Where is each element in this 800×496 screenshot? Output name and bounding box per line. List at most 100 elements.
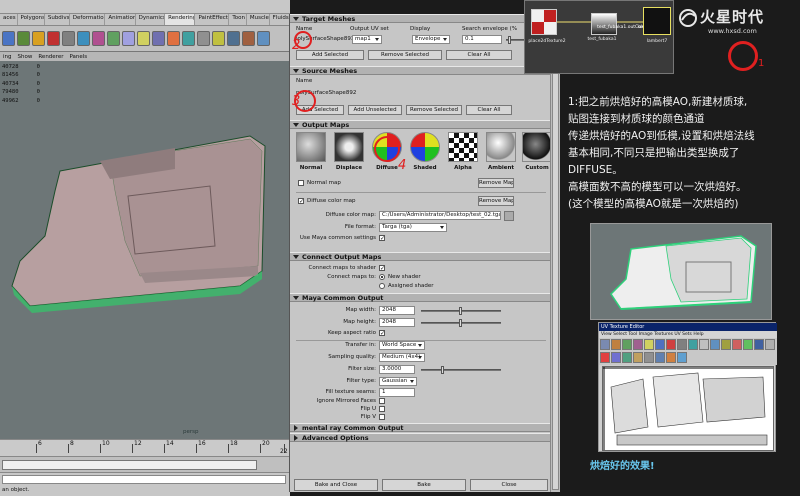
uv-tool-icon[interactable] [743, 339, 753, 350]
batch-render-icon[interactable] [257, 31, 270, 46]
connect-shader-checkbox[interactable]: ✓ [379, 265, 385, 272]
normal-map-checkbox[interactable] [298, 180, 304, 186]
connect-output-header[interactable]: Connect Output Maps [290, 252, 553, 261]
uv-tool-icon[interactable] [699, 339, 709, 350]
uv-icon[interactable] [227, 31, 240, 46]
light-icon[interactable] [17, 31, 30, 46]
advanced-options-header[interactable]: Advanced Options [290, 433, 553, 442]
uv-tool-icon[interactable] [611, 352, 621, 363]
shelf-tab[interactable]: Subdivs [45, 14, 70, 25]
viewport-menu-item[interactable]: ing [3, 54, 12, 60]
hypershade-icon[interactable] [92, 31, 105, 46]
uv-canvas[interactable] [602, 366, 774, 451]
render-icon[interactable] [47, 31, 60, 46]
shelf-tab[interactable]: Polygons [18, 14, 45, 25]
ignore-mirrored-checkbox[interactable] [379, 398, 385, 404]
range-field[interactable] [2, 460, 257, 470]
flip-u-checkbox[interactable] [379, 406, 385, 412]
alpha-map-icon[interactable] [448, 132, 478, 162]
target-clear-all-button[interactable]: Clear All [446, 50, 512, 60]
transfer-select[interactable]: World Space [379, 341, 425, 350]
camera-icon[interactable] [2, 31, 15, 46]
displace-map-icon[interactable] [334, 132, 364, 162]
filter-size-slider[interactable] [421, 366, 501, 374]
mental-ray-header[interactable]: mental ray Common Output [290, 423, 553, 432]
folder-icon[interactable] [504, 211, 514, 221]
uv-set-select[interactable]: map1 [352, 35, 382, 44]
source-remove-selected-button[interactable]: Remove Selected [406, 105, 462, 115]
blinn-icon[interactable] [122, 31, 135, 46]
shelf-tab[interactable]: Toon [229, 14, 247, 25]
shelf-tab[interactable]: PaintEffects [195, 14, 230, 25]
panel-scrollbar[interactable] [550, 14, 560, 492]
range-slider[interactable] [0, 456, 290, 472]
display-select[interactable]: Envelope [412, 35, 450, 44]
bake-and-close-button[interactable]: Bake and Close [294, 479, 378, 491]
output-maps-header[interactable]: Output Maps [290, 120, 553, 129]
target-meshes-header[interactable]: Target Meshes [290, 14, 553, 23]
uv-tool-icon[interactable] [688, 339, 698, 350]
custom-map-icon[interactable] [522, 132, 552, 162]
uv-tool-icon[interactable] [633, 339, 643, 350]
filter-size-input[interactable]: 3.0000 [379, 365, 415, 374]
transfer-maps-icon[interactable] [242, 31, 255, 46]
map-width-slider[interactable] [421, 307, 501, 315]
target-add-selected-button[interactable]: Add Selected [296, 50, 364, 60]
uv-tool-icon[interactable] [655, 352, 665, 363]
command-line[interactable] [2, 475, 286, 484]
viewport-menu-panels[interactable]: Panels [69, 54, 87, 60]
phong-icon[interactable] [137, 31, 150, 46]
map-height-slider[interactable] [421, 319, 501, 327]
sampling-select[interactable]: Medium (4x4) [379, 353, 425, 362]
uv-tool-icon[interactable] [611, 339, 621, 350]
toon-icon[interactable] [197, 31, 210, 46]
new-shader-radio[interactable] [379, 274, 385, 280]
shelf-tab[interactable]: Deformation [70, 14, 106, 25]
source-meshes-header[interactable]: Source Meshes [290, 66, 553, 75]
viewport-menu-show[interactable]: Show [18, 54, 33, 60]
uv-tool-icon[interactable] [644, 339, 654, 350]
close-button[interactable]: Close [470, 479, 548, 491]
fill-seams-input[interactable]: 1 [379, 388, 415, 397]
shelf-tab[interactable]: Animation [105, 14, 136, 25]
uv-tool-icon[interactable] [655, 339, 665, 350]
source-add-unselected-button[interactable]: Add Unselected [348, 105, 402, 115]
time-slider[interactable]: 6 8 10 12 14 16 18 20 22 [0, 439, 290, 456]
settings-icon[interactable] [77, 31, 90, 46]
map-height-input[interactable]: 2048 [379, 318, 415, 327]
uv-tool-icon[interactable] [721, 339, 731, 350]
common-output-header[interactable]: Maya Common Output [290, 293, 553, 302]
texture-icon[interactable] [152, 31, 165, 46]
target-remove-selected-button[interactable]: Remove Selected [368, 50, 442, 60]
uv-tool-icon[interactable] [710, 339, 720, 350]
paint-icon[interactable] [167, 31, 180, 46]
diffuse-map-checkbox[interactable]: ✓ [298, 198, 304, 205]
normal-map-icon[interactable] [296, 132, 326, 162]
scroll-thumb[interactable] [552, 20, 559, 490]
shelf-tab[interactable]: Muscle [247, 14, 270, 25]
uv-tool-icon[interactable] [677, 352, 687, 363]
uv-tool-icon[interactable] [732, 339, 742, 350]
uv-editor-menu[interactable]: View Select Tool Image Textures UV Sets … [599, 331, 777, 338]
perspective-viewport[interactable]: 40728 0 81456 0 40734 0 79480 0 49962 0 persp [0, 61, 290, 439]
spot-light-icon[interactable] [32, 31, 45, 46]
uv-tool-icon[interactable] [622, 339, 632, 350]
uv-tool-icon[interactable] [644, 352, 654, 363]
envelope-input[interactable]: 0.1 [462, 35, 502, 44]
shelf-tab-rendering[interactable]: Rendering [165, 14, 196, 25]
diffuse-path-input[interactable]: C:/Users/Administrator/Desktop/test_02.t… [379, 211, 501, 220]
uv-tool-icon[interactable] [666, 352, 676, 363]
ambient-map-icon[interactable] [486, 132, 516, 162]
uv-tool-icon[interactable] [666, 339, 676, 350]
source-clear-all-button[interactable]: Clear All [466, 105, 512, 115]
shelf-tab[interactable]: Fluids [270, 14, 290, 25]
uv-tool-icon[interactable] [622, 352, 632, 363]
assigned-shader-radio[interactable] [379, 283, 385, 289]
keep-aspect-checkbox[interactable]: ✓ [379, 330, 385, 337]
uv-tool-icon[interactable] [633, 352, 643, 363]
use-common-settings-checkbox[interactable]: ✓ [379, 235, 385, 242]
flip-v-checkbox[interactable] [379, 414, 385, 420]
uv-tool-icon[interactable] [677, 339, 687, 350]
filter-type-select[interactable]: Gaussian [379, 377, 417, 386]
file-format-select[interactable]: Targa (tga) [379, 223, 447, 232]
